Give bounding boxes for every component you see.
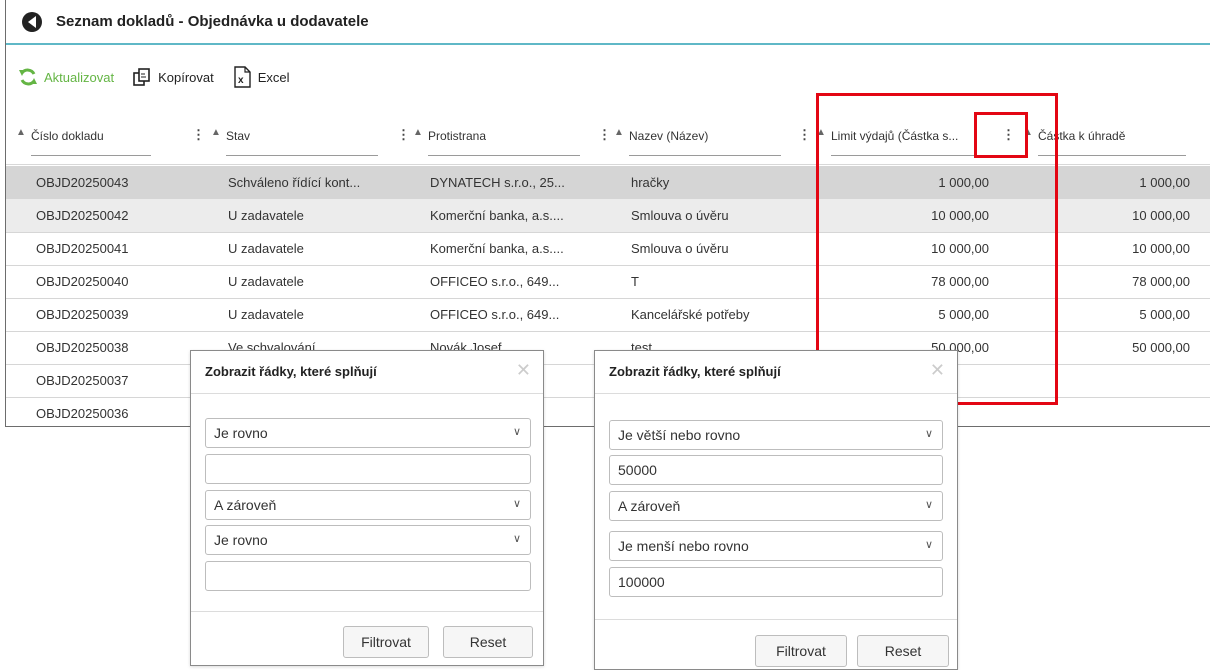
cell-number: OBJD20250038 <box>36 340 129 355</box>
filter-button[interactable]: Filtrovat <box>343 626 429 658</box>
copy-icon <box>132 67 152 87</box>
sort-icon[interactable]: ▲︎ <box>16 127 26 138</box>
sort-icon[interactable]: ▲︎ <box>1023 127 1033 138</box>
cell-amount: 78 000,00 <box>1132 274 1190 289</box>
cell-status: Schváleno řídící kont... <box>228 175 361 190</box>
column-label: Číslo dokladu <box>31 129 104 143</box>
table-row[interactable]: OBJD20250041 U zadavatele Komerční banka, … <box>6 232 1210 266</box>
table-row[interactable]: OBJD20250039 U zadavatele OFFICEO s.r.o., … <box>6 298 1210 332</box>
reset-button[interactable]: Reset <box>443 626 533 658</box>
cell-amount: 10 000,00 <box>1132 208 1190 223</box>
cell-limit: 10 000,00 <box>931 241 989 256</box>
excel-button[interactable]: x Excel <box>232 66 290 88</box>
logic-select[interactable]: A zároveň ∨ <box>609 491 943 521</box>
cell-name: hračky <box>631 175 670 190</box>
cell-status: U zadavatele <box>228 241 304 256</box>
column-header-party[interactable]: ▲︎ Protistrana ⋮ <box>403 112 611 164</box>
close-icon[interactable]: ✕ <box>516 360 531 381</box>
column-header-amount[interactable]: ▲︎ Částka k úhradě ⋮ <box>1013 112 1210 164</box>
app-logo-icon <box>22 11 42 32</box>
cell-amount: 5 000,00 <box>1139 307 1190 322</box>
sort-icon[interactable]: ▲︎ <box>614 127 624 138</box>
cell-number: OBJD20250042 <box>36 208 129 223</box>
value-input-1[interactable]: 50000 <box>609 455 943 485</box>
copy-button[interactable]: Kopírovat <box>132 67 214 87</box>
operator-select-2[interactable]: Je menší nebo rovno ∨ <box>609 531 943 561</box>
cell-number: OBJD20250039 <box>36 307 129 322</box>
column-header-name[interactable]: ▲︎ Nazev (Název) ⋮ <box>604 112 811 164</box>
cell-name: Smlouva o úvěru <box>631 241 729 256</box>
close-icon[interactable]: ✕ <box>930 360 945 381</box>
cell-party: Komerční banka, a.s.... <box>430 241 564 256</box>
column-header-status[interactable]: ▲︎ Stav ⋮ <box>201 112 410 164</box>
chevron-down-icon: ∨ <box>512 533 521 545</box>
cell-status: U zadavatele <box>228 307 304 322</box>
cell-party: OFFICEO s.r.o., 649... <box>430 274 560 289</box>
popup-title: Zobrazit řádky, které splňují <box>205 364 377 379</box>
value-input-2[interactable] <box>205 561 531 591</box>
cell-number: OBJD20250040 <box>36 274 129 289</box>
cell-limit: 78 000,00 <box>931 274 989 289</box>
chevron-down-icon: ∨ <box>512 426 521 438</box>
reset-button[interactable]: Reset <box>857 635 949 667</box>
column-label: Nazev (Název) <box>629 129 709 143</box>
cell-name: Smlouva o úvěru <box>631 208 729 223</box>
chevron-down-icon: ∨ <box>924 428 933 440</box>
refresh-label: Aktualizovat <box>44 69 115 85</box>
refresh-icon <box>18 68 38 86</box>
cell-limit: 10 000,00 <box>931 208 989 223</box>
cell-party: OFFICEO s.r.o., 649... <box>430 307 560 322</box>
column-header-number[interactable]: ▲︎ Číslo dokladu ⋮ <box>6 112 211 164</box>
toolbar: Aktualizovat Kopírovat x Excel <box>6 62 308 92</box>
cell-amount: 50 000,00 <box>1132 340 1190 355</box>
operator-select-2[interactable]: Je rovno ∨ <box>205 525 531 555</box>
cell-party: Komerční banka, a.s.... <box>430 208 564 223</box>
cell-number: OBJD20250036 <box>36 406 129 421</box>
value-input-1[interactable] <box>205 454 531 484</box>
table-row[interactable]: OBJD20250043 Schváleno řídící kont... DYNA… <box>6 166 1210 200</box>
logic-select[interactable]: A zároveň ∨ <box>205 490 531 520</box>
refresh-button[interactable]: Aktualizovat <box>18 68 114 86</box>
filter-popup-right: Zobrazit řádky, které splňují ✕ Je větší… <box>594 350 958 670</box>
column-label: Částka k úhradě <box>1038 129 1126 143</box>
cell-number: OBJD20250037 <box>36 373 129 388</box>
popup-title: Zobrazit řádky, které splňují <box>609 364 781 379</box>
filter-popup-left: Zobrazit řádky, které splňují ✕ Je rovno… <box>190 350 544 666</box>
table-row[interactable]: OBJD20250040 U zadavatele OFFICEO s.r.o., … <box>6 265 1210 299</box>
cell-amount: 1 000,00 <box>1139 175 1190 190</box>
filter-button[interactable]: Filtrovat <box>755 635 847 667</box>
copy-label: Kopírovat <box>158 69 214 85</box>
cell-status: U zadavatele <box>228 208 304 223</box>
grid-header: ▲︎ Číslo dokladu ⋮ ▲︎ Stav ⋮ ▲︎ Protistr… <box>6 112 1210 165</box>
column-label: Limit výdajů (Částka s... <box>831 129 959 143</box>
operator-select-1[interactable]: Je rovno ∨ <box>205 418 531 448</box>
cell-limit: 5 000,00 <box>938 307 989 322</box>
title-bar: Seznam dokladů - Objednávka u dodavatele <box>6 0 1210 45</box>
cell-number: OBJD20250041 <box>36 241 129 256</box>
svg-text:x: x <box>238 75 244 86</box>
column-label: Protistrana <box>428 129 487 143</box>
excel-label: Excel <box>257 69 290 85</box>
cell-name: T <box>631 274 639 289</box>
cell-name: Kancelářské potřeby <box>631 307 750 322</box>
column-label: Stav <box>226 129 251 143</box>
cell-limit: 1 000,00 <box>938 175 989 190</box>
operator-select-1[interactable]: Je větší nebo rovno ∨ <box>609 420 943 450</box>
chevron-down-icon: ∨ <box>512 498 521 510</box>
cell-party: DYNATECH s.r.o., 25... <box>430 175 565 190</box>
window-title: Seznam dokladů - Objednávka u dodavatele <box>56 13 369 30</box>
excel-icon: x <box>232 66 252 88</box>
cell-number: OBJD20250043 <box>36 175 129 190</box>
chevron-down-icon: ∨ <box>924 539 933 551</box>
chevron-down-icon: ∨ <box>924 499 933 511</box>
sort-icon[interactable]: ▲︎ <box>816 127 826 138</box>
cell-amount: 10 000,00 <box>1132 241 1190 256</box>
table-row[interactable]: OBJD20250042 U zadavatele Komerční banka, … <box>6 199 1210 233</box>
column-header-limit[interactable]: ▲︎ Limit výdajů (Částka s... ⋮ <box>806 112 1015 164</box>
value-input-2[interactable]: 100000 <box>609 567 943 597</box>
cell-status: U zadavatele <box>228 274 304 289</box>
sort-icon[interactable]: ▲︎ <box>211 127 221 138</box>
sort-icon[interactable]: ▲︎ <box>413 127 423 138</box>
column-menu-icon[interactable]: ⋮ <box>1205 127 1210 143</box>
